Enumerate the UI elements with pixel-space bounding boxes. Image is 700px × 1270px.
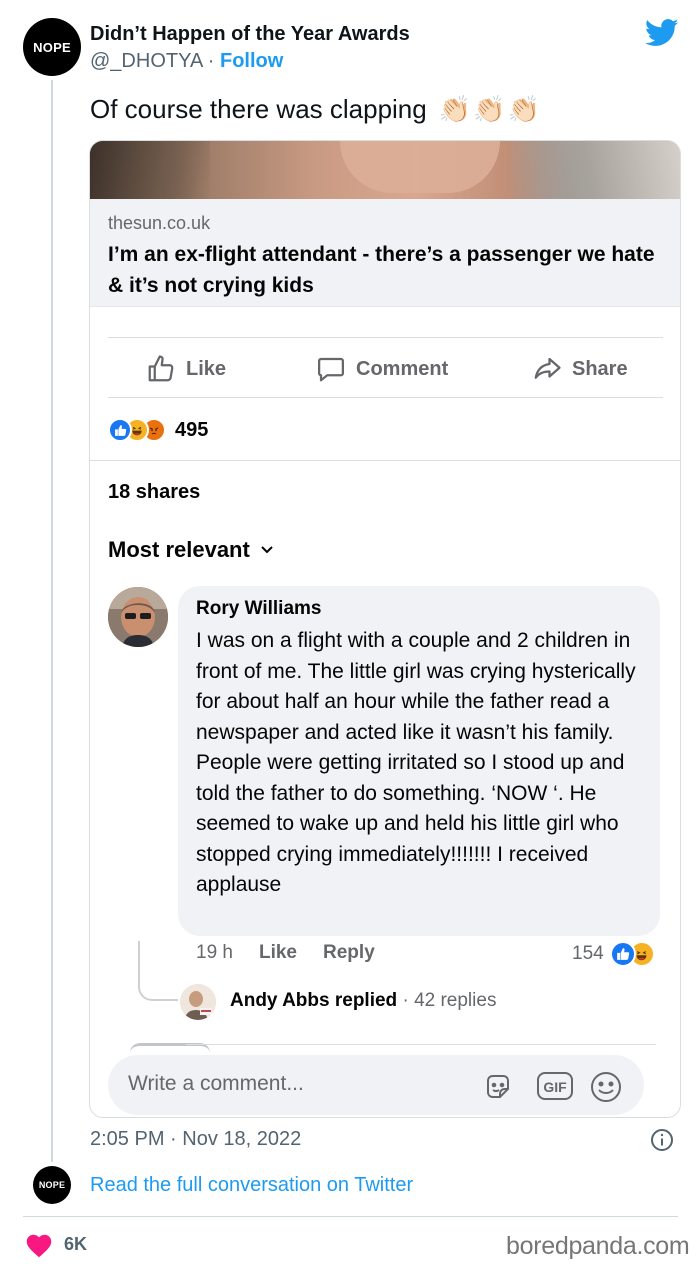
watermark: boredpanda.com xyxy=(506,1232,690,1260)
comment-time: 19 h xyxy=(196,942,233,963)
next-comment-cutoff xyxy=(186,1044,656,1050)
heart-icon[interactable] xyxy=(25,1232,53,1258)
tweet-text: Of course there was clapping 👏🏻 👏🏻 👏🏻 xyxy=(90,94,540,125)
link-title: I’m an ex-flight attendant - there’s a p… xyxy=(108,243,655,297)
sticker-icon xyxy=(487,1075,509,1098)
comment-text: I was on a flight with a couple and 2 ch… xyxy=(196,629,636,896)
like-action: Like xyxy=(146,353,226,385)
likes-count[interactable]: 6K xyxy=(64,1234,87,1255)
author-avatar[interactable]: NOPE xyxy=(23,18,81,76)
comment-like-label: Like xyxy=(258,942,298,963)
reaction-count: 495 xyxy=(175,418,209,441)
clap-emoji: 👏🏻 xyxy=(473,94,506,124)
share-label: Share xyxy=(572,357,628,380)
sort-label: Most relevant xyxy=(108,537,250,562)
tweet-timestamp[interactable]: 2:05 PM · Nov 18, 2022 xyxy=(90,1128,301,1151)
reply-connector xyxy=(138,941,178,1001)
reply-action: replied xyxy=(334,990,398,1011)
author-handle-row: @_DHOTYA · Follow xyxy=(90,50,283,73)
share-action: Share xyxy=(532,353,628,385)
comment-input-placeholder: Write a comment... xyxy=(128,1072,304,1095)
chevron-down-icon xyxy=(261,546,273,554)
shares-count: 18 shares xyxy=(108,481,201,503)
gif-icon: GIF xyxy=(537,1072,573,1100)
divider xyxy=(108,337,663,338)
clap-emoji: 👏🏻 xyxy=(438,94,472,124)
divider xyxy=(23,1216,678,1217)
comment-likes-count: 154 xyxy=(572,943,604,964)
embedded-screenshot[interactable]: thesun.co.uk I’m an ex-flight attendant … xyxy=(89,140,681,1118)
like-reaction-icon xyxy=(609,941,636,967)
comment-reply-label: Reply xyxy=(323,942,375,963)
link-preview: thesun.co.uk I’m an ex-flight attendant … xyxy=(90,199,680,307)
follow-button[interactable]: Follow xyxy=(220,50,283,72)
commenter-avatar xyxy=(108,587,168,647)
commenter-name: Rory Williams xyxy=(196,598,322,619)
comment-action: Comment xyxy=(316,353,448,385)
reactions-summary: 495 xyxy=(108,417,208,443)
divider xyxy=(90,460,680,461)
like-reaction-icon xyxy=(108,418,132,442)
comment-meta: 19 h Like Reply xyxy=(196,942,401,964)
info-icon[interactable] xyxy=(650,1128,674,1152)
reply-author: Andy Abbs xyxy=(230,990,330,1011)
comment-input: Write a comment... GIF xyxy=(108,1055,644,1115)
comment-reactions: 154 xyxy=(572,941,655,967)
gif-label: GIF xyxy=(543,1079,567,1095)
like-label: Like xyxy=(186,357,227,380)
comment-label: Comment xyxy=(356,357,449,380)
reply-avatar xyxy=(180,984,216,1020)
sort-dropdown: Most relevant xyxy=(108,537,274,563)
author-name[interactable]: Didn’t Happen of the Year Awards xyxy=(90,23,410,46)
read-full-conversation-link[interactable]: Read the full conversation on Twitter xyxy=(90,1174,413,1197)
link-domain: thesun.co.uk xyxy=(108,213,211,233)
divider xyxy=(108,397,663,398)
clap-emoji: 👏🏻 xyxy=(507,94,540,124)
twitter-bird-icon[interactable] xyxy=(645,18,679,48)
tweet-text-content: Of course there was clapping xyxy=(90,94,427,124)
author-avatar-small[interactable]: NOPE xyxy=(33,1166,71,1204)
reply-summary: Andy Abbs replied · 42 replies xyxy=(230,990,496,1012)
comment-bubble: Rory Williams I was on a flight with a c… xyxy=(178,586,660,936)
emoji-icon xyxy=(591,1072,621,1102)
handle-separator: · xyxy=(207,50,215,72)
reply-separator: · xyxy=(402,990,409,1011)
thumbs-up-icon xyxy=(148,355,174,382)
comment-icon xyxy=(318,357,344,382)
reply-count: 42 replies xyxy=(414,990,497,1011)
thread-line xyxy=(51,80,53,1162)
share-arrow-icon xyxy=(534,357,561,379)
article-photo xyxy=(90,141,680,199)
author-handle[interactable]: @_DHOTYA xyxy=(90,50,202,72)
